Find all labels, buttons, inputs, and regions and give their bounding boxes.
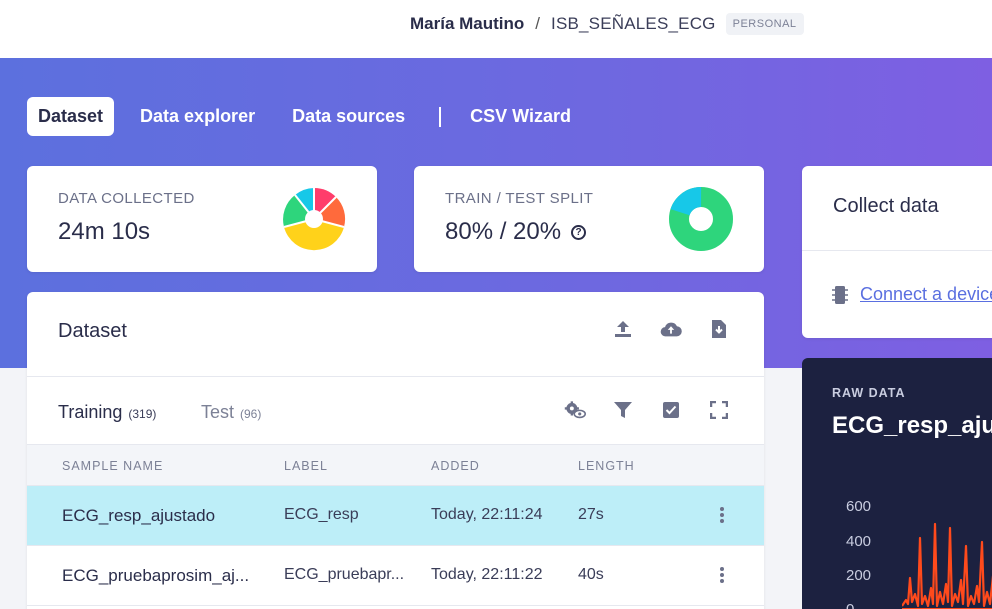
data-collected-amount: 24m 10s (58, 218, 151, 245)
tab-training[interactable]: Training (319) (58, 402, 156, 423)
data-collected-label: DATA COLLECTED (58, 190, 195, 207)
tab-csv-wizard[interactable]: CSV Wizard (459, 97, 582, 136)
training-tab-label: Training (58, 402, 123, 422)
raw-data-label: RAW DATA (832, 386, 906, 400)
data-collected-card: DATA COLLECTED 24m 10s (27, 166, 377, 272)
collect-data-card: Collect data Connect a device (802, 166, 992, 338)
raw-data-title: ECG_resp_ajustado (832, 412, 992, 439)
breadcrumb: María Mautino / ISB_SEÑALES_ECG PERSONAL (410, 13, 804, 35)
settings-eye-icon[interactable] (564, 399, 586, 421)
column-length[interactable]: LENGTH (578, 459, 635, 473)
raw-signal-plot (902, 522, 992, 609)
cloud-upload-icon[interactable] (660, 318, 682, 340)
sample-label: ECG_resp (284, 506, 359, 523)
column-label[interactable]: LABEL (284, 459, 328, 473)
y-tick: 0 (846, 601, 854, 609)
table-header: SAMPLE NAME LABEL ADDED LENGTH (27, 444, 764, 486)
sample-label: ECG_pruebapr... (284, 566, 405, 583)
collect-divider (802, 250, 992, 251)
data-collected-value: 24m 10s (58, 218, 150, 246)
sample-length: 27s (578, 506, 604, 523)
list-actions (564, 399, 730, 421)
table-row[interactable]: ECG_pruebaprosim_aj... ECG_pruebapr... T… (27, 546, 764, 606)
pie-chart-icon (283, 187, 346, 251)
split-label: TRAIN / TEST SPLIT (445, 190, 594, 207)
more-options-icon[interactable] (717, 564, 727, 586)
top-bar: María Mautino / ISB_SEÑALES_ECG PERSONAL (0, 0, 992, 58)
download-icon[interactable] (708, 318, 730, 340)
dataset-subheader: Training (319) Test (96) (27, 376, 764, 444)
breadcrumb-user[interactable]: María Mautino (410, 14, 524, 34)
sample-name: ECG_pruebaprosim_aj... (62, 566, 250, 585)
split-value: 80% / 20% ? (445, 218, 587, 246)
tab-divider (439, 106, 442, 127)
collect-data-title: Collect data (833, 195, 939, 217)
dataset-card: Dataset Training (319) Test (96) SAMPLE … (27, 292, 764, 609)
more-options-icon[interactable] (717, 504, 727, 526)
filter-icon[interactable] (612, 399, 634, 421)
tab-data-sources[interactable]: Data sources (281, 97, 416, 136)
breadcrumb-separator: / (535, 14, 541, 33)
sample-name: ECG_resp_ajustado (62, 506, 216, 525)
training-count: (319) (128, 407, 157, 421)
test-tab-label: Test (201, 402, 235, 422)
project-type-badge: PERSONAL (725, 13, 804, 35)
help-icon[interactable]: ? (571, 224, 587, 240)
sample-added: Today, 22:11:22 (431, 566, 543, 583)
split-amount: 80% / 20% (445, 218, 562, 245)
split-donut-hole (692, 210, 710, 228)
connect-device-link[interactable]: Connect a device (860, 284, 992, 305)
expand-icon[interactable] (708, 399, 730, 421)
y-tick: 200 (846, 567, 872, 584)
tab-dataset[interactable]: Dataset (27, 97, 115, 136)
y-tick: 600 (846, 498, 872, 515)
device-chip-icon (832, 285, 848, 304)
table-row[interactable]: ECG_resp_ajustado ECG_resp Today, 22:11:… (27, 486, 764, 546)
main-tabs: Dataset Data explorer Data sources CSV W… (27, 97, 597, 136)
upload-icon[interactable] (612, 318, 634, 340)
dataset-title: Dataset (58, 320, 127, 342)
test-count: (96) (240, 407, 262, 421)
raw-data-panel: RAW DATA ECG_resp_ajustado 600 400 200 0 (802, 358, 992, 609)
breadcrumb-project[interactable]: ISB_SEÑALES_ECG (551, 14, 716, 34)
connect-device: Connect a device (832, 284, 992, 305)
column-added[interactable]: ADDED (431, 459, 480, 473)
split-donut-icon (669, 187, 733, 251)
tab-data-explorer[interactable]: Data explorer (129, 97, 266, 136)
column-sample-name[interactable]: SAMPLE NAME (62, 459, 163, 473)
tab-test[interactable]: Test (96) (201, 402, 261, 423)
sample-length: 40s (578, 566, 604, 583)
check-square-icon[interactable] (660, 399, 682, 421)
y-tick: 400 (846, 533, 872, 550)
sample-added: Today, 22:11:24 (431, 506, 543, 523)
train-test-split-card: TRAIN / TEST SPLIT 80% / 20% ? (414, 166, 764, 272)
dataset-actions (612, 318, 730, 340)
